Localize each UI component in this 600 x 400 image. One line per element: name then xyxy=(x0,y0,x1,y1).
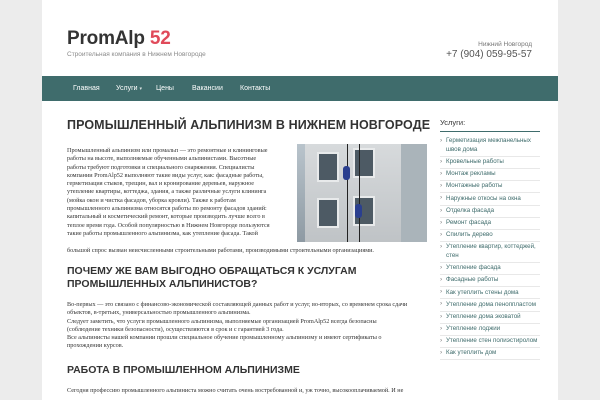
intro-line: промышленного альпинизма относятся работ… xyxy=(67,205,267,213)
sidebar-item-polystyrene[interactable]: Утепление стен полиэстиролом xyxy=(440,336,540,349)
sidebar-item-facade-works[interactable]: Фасадные работы xyxy=(440,275,540,288)
intro-line: такие работы промышленного альпинизма, к… xyxy=(67,229,258,237)
site-header: PromAlp 52 Строительная компания в Нижне… xyxy=(42,0,558,76)
why-line: Следует заметить, что услуги промышленно… xyxy=(67,317,377,325)
logo-number: 52 xyxy=(149,28,171,49)
nav-label: Цены xyxy=(156,85,174,92)
sidebar: Услуги: Герметизация межпанельных швов д… xyxy=(440,118,540,361)
main-nav: Главная Услуги ▾ Цены Вакансии Контакты xyxy=(42,76,558,101)
intro-section: Промышленный альпинизм или промальп — эт… xyxy=(67,144,427,256)
sidebar-item-house-insulation[interactable]: Как утеплить дом xyxy=(440,348,540,361)
intro-line: работы требуют подготовки и специального… xyxy=(67,163,255,171)
sidebar-item-wall-insulation[interactable]: Как утеплить стены дома xyxy=(440,287,540,300)
page: PromAlp 52 Строительная компания в Нижне… xyxy=(42,0,558,400)
heading-why: ПОЧЕМУ ЖЕ ВАМ ВЫГОДНО ОБРАЩАТЬСЯ К УСЛУГ… xyxy=(67,265,357,290)
intro-line: компании PromAlp52 выполняют такие виды … xyxy=(67,171,264,179)
sidebar-item-loggia[interactable]: Утепление лоджии xyxy=(440,324,540,336)
why-line: Во-первых — это связано с финансово-экон… xyxy=(67,301,408,308)
intro-line: капитальный и косметический ремонт, кото… xyxy=(67,213,265,221)
nav-label: Главная xyxy=(73,85,100,92)
site-tagline: Строительная компания в Нижнем Новгороде xyxy=(67,51,206,58)
heading-work: РАБОТА В ПРОМЫШЛЕННОМ АЛЬПИНИЗМЕ xyxy=(67,364,300,376)
nav-item-vacancies[interactable]: Вакансии xyxy=(192,76,223,101)
site-logo[interactable]: PromAlp 52 xyxy=(67,28,171,50)
sidebar-item-facade-insulation[interactable]: Утепление фасада xyxy=(440,263,540,276)
sidebar-item-mounting[interactable]: Монтажные работы xyxy=(440,181,540,194)
intro-text: Промышленный альпинизм или промальп — эт… xyxy=(67,147,293,238)
nav-item-prices[interactable]: Цены xyxy=(156,76,174,101)
services-list: Герметизация межпанельных швов дома Кров… xyxy=(440,136,540,361)
header-city: Нижний Новгород xyxy=(478,41,532,48)
why-line: прохождении курсов. xyxy=(67,342,124,350)
sidebar-item-tree-cutting[interactable]: Спилить дерево xyxy=(440,230,540,243)
nav-item-contacts[interactable]: Контакты xyxy=(240,76,270,101)
why-text: Во-первых — это связано с финансово-экон… xyxy=(67,301,427,351)
header-phone[interactable]: +7 (904) 059-95-57 xyxy=(446,49,532,60)
sidebar-item-sealing[interactable]: Герметизация межпанельных швов дома xyxy=(440,136,540,157)
intro-line: работы на высоте, выполняемые обученными… xyxy=(67,155,257,163)
nav-label: Вакансии xyxy=(192,85,223,92)
sidebar-item-ad-mounting[interactable]: Монтаж рекламы xyxy=(440,169,540,182)
logo-text: PromAlp xyxy=(67,28,145,49)
sidebar-item-foam-insulation[interactable]: Утепление дома пеноппластом xyxy=(440,299,540,312)
sidebar-item-facade-finish[interactable]: Отделка фасада xyxy=(440,206,540,218)
nav-item-home[interactable]: Главная xyxy=(73,76,100,101)
intro-line: утепление квартиры, коттеджа, здания, а … xyxy=(67,188,267,196)
intro-line: Промышленный альпинизм или промальп — эт… xyxy=(67,147,268,154)
page-title: ПРОМЫШЛЕННЫЙ АЛЬПИНИЗМ В НИЖНЕМ НОВГОРОД… xyxy=(67,118,431,132)
header-contact: Нижний Новгород +7 (904) 059-95-57 xyxy=(446,41,532,60)
intro-last-line: большой спрос вызван неисчисленными стро… xyxy=(67,247,374,254)
sidebar-item-insulation[interactable]: Утепление квартир, коттеджей, стен xyxy=(440,242,540,263)
intro-line: (мойка окон и чистка фасадов, уборка кро… xyxy=(67,196,236,204)
sidebar-title: Услуги: xyxy=(440,118,540,132)
why-line: объектов, в-третьих, универсальностью пр… xyxy=(67,309,251,317)
climbers-photo xyxy=(297,144,427,242)
nav-label: Услуги xyxy=(116,85,138,92)
sidebar-item-roofing[interactable]: Кровельные работы xyxy=(440,157,540,169)
main-content: ПРОМЫШЛЕННЫЙ АЛЬПИНИЗМ В НИЖНЕМ НОВГОРОД… xyxy=(67,118,431,256)
intro-line: герметизация стыков, трещин, вал и крони… xyxy=(67,180,255,188)
why-line: Все альпинисты нашей компании прошли спе… xyxy=(67,334,382,342)
chevron-down-icon: ▾ xyxy=(139,86,143,92)
nav-item-services[interactable]: Услуги ▾ xyxy=(116,76,142,101)
sidebar-item-ecowool[interactable]: Утепление дома эковатой xyxy=(440,312,540,324)
sidebar-item-window-slopes[interactable]: Наружные откосы на окна xyxy=(440,193,540,206)
nav-label: Контакты xyxy=(240,85,271,92)
sidebar-item-facade-repair[interactable]: Ремонт фасада xyxy=(440,218,540,230)
work-text: Сегодня профессию промышленного альпинис… xyxy=(67,387,404,394)
why-line: (соблюдение техники безопасности), осуще… xyxy=(67,325,284,333)
intro-line: теплое время года. Особой популярностью … xyxy=(67,221,270,229)
